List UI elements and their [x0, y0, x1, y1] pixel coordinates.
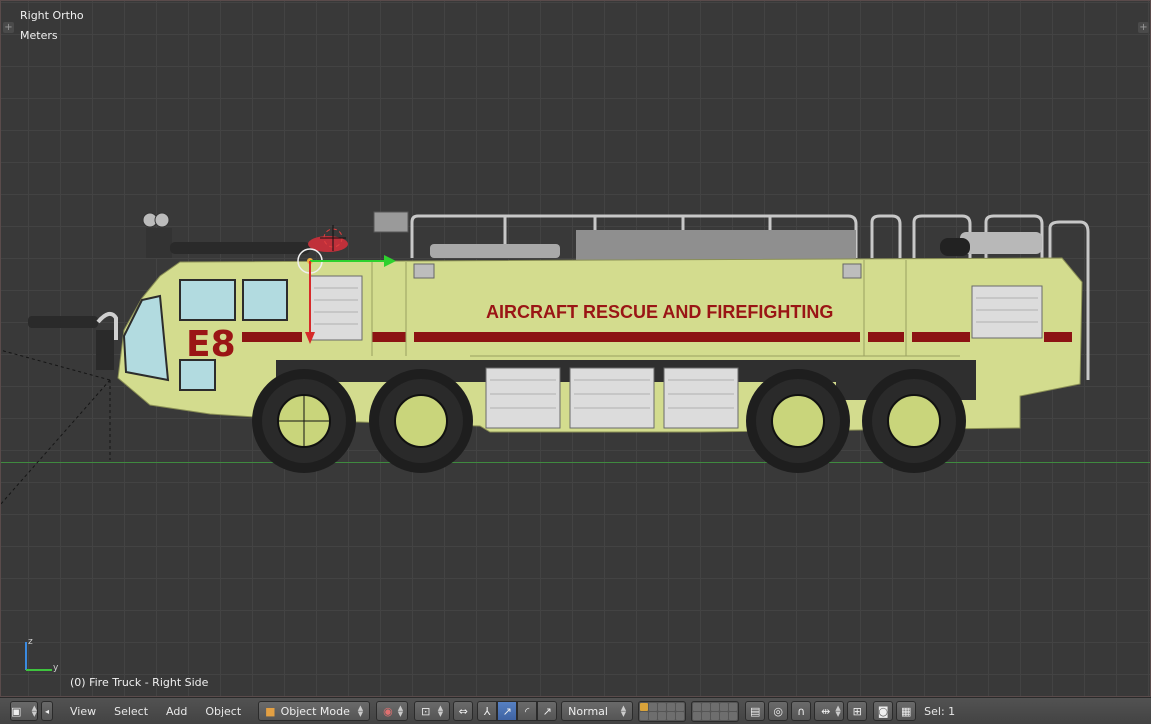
- object-mode-icon: ■: [265, 704, 276, 718]
- object-info: (0) Fire Truck - Right Side: [70, 676, 209, 689]
- render-only-button[interactable]: ◎: [768, 701, 789, 721]
- cube-icon: ▣: [11, 704, 22, 718]
- truck-side-text: AIRCRAFT RESCUE AND FIREFIGHTING: [486, 302, 833, 322]
- axes-icon: ⅄: [483, 704, 491, 718]
- selection-info: Sel: 1: [924, 704, 956, 718]
- clapper-icon: ▦: [900, 704, 912, 718]
- updown-arrows-icon: ▲ ▼: [357, 704, 364, 718]
- shading-icon: ◉: [383, 704, 393, 718]
- mode-label: Object Mode: [280, 704, 350, 718]
- center-points-icon: ⇔: [458, 704, 468, 718]
- orientation-label: Normal: [568, 704, 608, 718]
- menu-object[interactable]: Object: [196, 705, 250, 718]
- layers-grid-1[interactable]: [638, 700, 687, 722]
- layers-grid-2[interactable]: [691, 700, 740, 722]
- menu-select[interactable]: Select: [105, 705, 157, 718]
- transform-orientation-dropdown[interactable]: Normal ▲ ▼: [561, 701, 634, 721]
- roof-ladder: [430, 244, 560, 258]
- mode-dropdown[interactable]: ■ Object Mode ▲ ▼: [258, 701, 371, 721]
- truck-number: E8: [186, 324, 236, 365]
- updown-arrows-icon: ▲ ▼: [620, 704, 627, 718]
- render-animation-button[interactable]: ▦: [896, 701, 917, 721]
- pivot-point-dropdown[interactable]: ⊡ ▲ ▼: [414, 701, 451, 721]
- manipulator-toggle-button[interactable]: ⅄: [477, 701, 498, 721]
- header-collapse-button[interactable]: ◂: [41, 701, 53, 721]
- viewport-shading-dropdown[interactable]: ◉ ▲ ▼: [376, 701, 409, 721]
- roof-equipment: [576, 230, 856, 260]
- axis-widget: z y: [20, 636, 70, 676]
- updown-arrows-icon: ▲ ▼: [397, 704, 404, 718]
- circle-icon: ◎: [773, 704, 783, 718]
- updown-arrows-icon: ▲ ▼: [31, 704, 37, 718]
- manipulate-center-points-button[interactable]: ⇔: [453, 701, 474, 721]
- scale-manipulator-button[interactable]: ↗: [537, 701, 558, 721]
- menu-add[interactable]: Add: [157, 705, 196, 718]
- fire-truck-model[interactable]: E8 AIRCRAFT RESCUE AND FIREFIGHTING: [0, 0, 1151, 697]
- rotate-manipulator-button[interactable]: ◜: [517, 701, 538, 721]
- front-water-cannon: [28, 311, 118, 370]
- lock-icon: ▤: [749, 704, 761, 718]
- camera-guide-lines: [0, 349, 111, 506]
- lock-layers-button[interactable]: ▤: [745, 701, 766, 721]
- axis-label-y: y: [53, 663, 59, 673]
- scale-icon: ↗: [542, 704, 552, 718]
- 3d-view-header: ▣ ▲ ▼ ◂ View Select Add Object ■ Object M…: [0, 697, 1151, 724]
- updown-arrows-icon: ▲ ▼: [437, 704, 444, 718]
- roof-tank: [960, 232, 1042, 254]
- axis-label-z: z: [28, 637, 33, 647]
- expand-icon: ◂: [44, 706, 49, 716]
- translate-manipulator-button[interactable]: ↗: [497, 701, 518, 721]
- snap-toggle-button[interactable]: ∩: [791, 701, 812, 721]
- updown-arrows-icon: ▲ ▼: [835, 704, 841, 718]
- menu-view[interactable]: View: [61, 705, 105, 718]
- grid-icon: ⊞: [852, 704, 862, 718]
- pivot-icon: ⊡: [421, 704, 431, 718]
- manipulator-group: ⅄ ↗ ◜ ↗: [477, 701, 558, 721]
- rotate-icon: ◜: [525, 704, 530, 718]
- magnet-icon: ∩: [797, 704, 806, 718]
- render-image-button[interactable]: ◙: [873, 701, 894, 721]
- roof-light-box: [373, 211, 409, 233]
- arrow-icon: ↗: [502, 704, 512, 718]
- editor-type-button[interactable]: ▣ ▲ ▼: [10, 701, 38, 721]
- snap-element-dropdown[interactable]: ⇹ ▲ ▼: [814, 701, 845, 721]
- 3d-viewport[interactable]: + + Right Ortho Meters E8 AIRCRAFT RESCU…: [0, 0, 1151, 697]
- snap-icon: ⇹: [821, 704, 831, 718]
- camera-icon: ◙: [877, 704, 889, 718]
- proportional-edit-button[interactable]: ⊞: [847, 701, 868, 721]
